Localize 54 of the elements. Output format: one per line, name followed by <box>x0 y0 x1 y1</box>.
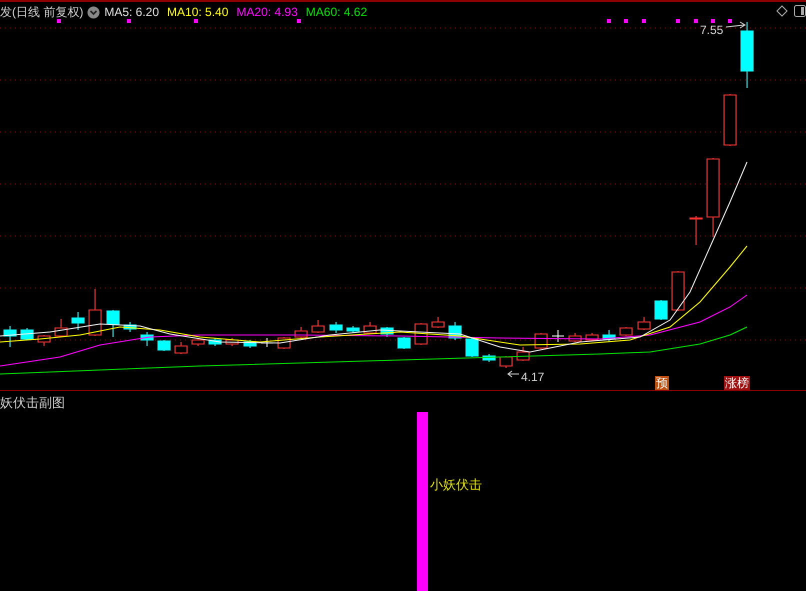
candlestick <box>690 216 702 246</box>
price-label: 7.55 <box>700 22 724 39</box>
candlestick <box>586 332 598 342</box>
diamond-icon[interactable] <box>776 5 788 17</box>
candlestick <box>20 328 34 340</box>
candlestick <box>312 320 324 334</box>
price-label: 4.17 <box>521 369 544 386</box>
indicator-reading: MA60: 4.62 <box>306 4 368 21</box>
candlestick <box>620 326 632 336</box>
signal-label: 小妖伏击 <box>430 476 482 494</box>
indicator-reading: MA20: 4.93 <box>236 4 298 21</box>
candlestick <box>398 336 410 350</box>
candlestick <box>516 346 530 362</box>
candlestick <box>192 338 204 346</box>
candlestick <box>158 340 170 352</box>
candlestick <box>482 354 496 362</box>
candlestick <box>740 22 754 88</box>
candlestick <box>38 334 50 346</box>
dropdown-icon[interactable] <box>87 6 100 18</box>
candlestick <box>448 322 462 340</box>
candlestick <box>226 338 238 346</box>
candlestick <box>638 316 650 330</box>
candlestick <box>380 326 394 338</box>
signal-tag: 涨榜 <box>724 376 750 390</box>
candlestick <box>294 326 308 338</box>
chart-title: 发(日线 前复权) <box>0 4 84 21</box>
candlestick <box>654 300 668 320</box>
candlestick <box>330 322 342 334</box>
candlestick <box>432 316 444 328</box>
candlestick <box>244 340 256 348</box>
panel-toggle-icon[interactable] <box>794 5 806 17</box>
indicator-reading: MA5: 6.20 <box>104 4 160 21</box>
indicator-reading: MA10: 5.40 <box>167 4 228 21</box>
candlestick <box>106 310 120 338</box>
candlestick <box>4 326 16 348</box>
candlestick <box>88 288 102 336</box>
candlestick <box>364 322 376 334</box>
subchart-title: 妖伏击副图 <box>0 394 65 412</box>
candlestick <box>208 338 222 346</box>
candlestick <box>552 330 564 342</box>
candlestick <box>672 270 684 312</box>
candlestick <box>724 94 736 146</box>
candlestick <box>602 330 616 342</box>
candlestick <box>174 342 188 354</box>
signal-tag: 预 <box>655 376 669 390</box>
candlestick <box>72 312 84 330</box>
candlestick <box>140 332 154 346</box>
candlestick <box>466 338 478 358</box>
arrow-icon <box>726 22 746 28</box>
candlestick <box>54 318 68 338</box>
candlestick <box>500 356 512 368</box>
arrow-icon <box>507 370 520 378</box>
candlestick <box>568 332 582 342</box>
candlestick <box>346 326 360 334</box>
